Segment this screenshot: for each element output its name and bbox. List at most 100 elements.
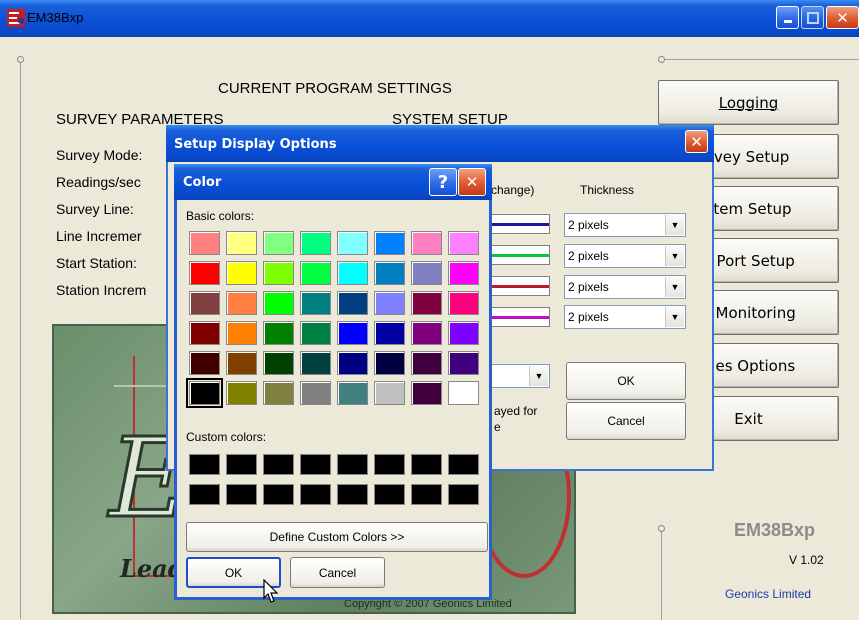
custom-color-swatch[interactable] [374,484,405,505]
basic-color-swatch[interactable] [448,261,479,285]
custom-color-swatch[interactable] [374,454,405,475]
setup-cancel-button[interactable]: Cancel [566,402,686,440]
basic-color-swatch[interactable] [263,261,294,285]
chevron-down-icon[interactable]: ▼ [529,366,548,386]
basic-color-swatch[interactable] [411,231,442,255]
custom-color-swatch[interactable] [226,454,257,475]
custom-color-swatch[interactable] [263,484,294,505]
main-window-titlebar[interactable] [0,0,859,37]
basic-color-swatch[interactable] [189,291,220,315]
custom-color-swatch[interactable] [448,484,479,505]
chevron-down-icon[interactable]: ▼ [665,246,684,266]
frame-line [660,59,859,60]
basic-color-swatch[interactable] [300,261,331,285]
basic-color-swatch[interactable] [448,381,479,405]
basic-color-swatch[interactable] [337,261,368,285]
basic-color-swatch[interactable] [226,351,257,375]
thickness-select[interactable]: 2 pixels ▼ [564,275,686,299]
chevron-down-icon[interactable]: ▼ [665,277,684,297]
basic-color-swatch[interactable] [189,351,220,375]
basic-color-swatch[interactable] [186,378,223,408]
help-icon[interactable]: ? [429,168,457,196]
line-color-sample[interactable] [490,307,550,327]
custom-color-swatch[interactable] [411,454,442,475]
basic-color-swatch[interactable] [374,261,405,285]
color-column-header: change) [491,183,535,197]
minimize-icon[interactable] [776,6,799,29]
basic-color-swatch[interactable] [300,321,331,345]
thickness-select[interactable]: 2 pixels ▼ [564,244,686,268]
basic-color-swatch[interactable] [189,261,220,285]
chevron-down-icon[interactable]: ▼ [665,215,684,235]
basic-color-swatch[interactable] [263,351,294,375]
logging-button[interactable]: Logging [658,80,839,125]
line-color-sample[interactable] [490,276,550,296]
basic-color-swatch[interactable] [226,291,257,315]
chevron-down-icon[interactable]: ▼ [665,307,684,327]
custom-color-swatch[interactable] [263,454,294,475]
basic-color-swatch[interactable] [226,381,257,405]
basic-color-swatch[interactable] [448,321,479,345]
color-dialog-title: Color [183,175,222,190]
basic-color-swatch[interactable] [226,231,257,255]
basic-color-swatch[interactable] [189,231,220,255]
custom-color-swatch[interactable] [411,484,442,505]
param-label: Survey Line: [56,201,134,217]
line-color-sample[interactable] [490,214,550,234]
line-sample-1 [491,254,549,257]
basic-color-swatch[interactable] [411,261,442,285]
custom-color-swatch[interactable] [226,484,257,505]
custom-color-swatch[interactable] [300,484,331,505]
basic-color-swatch[interactable] [337,291,368,315]
basic-color-swatch[interactable] [448,351,479,375]
custom-color-swatch[interactable] [337,454,368,475]
basic-color-swatch[interactable] [263,291,294,315]
basic-color-swatch[interactable] [337,381,368,405]
basic-color-swatch[interactable] [263,321,294,345]
thickness-select[interactable]: 2 pixels ▼ [564,213,686,237]
basic-color-swatch[interactable] [448,231,479,255]
setup-ok-button[interactable]: OK [566,362,686,400]
custom-color-swatch[interactable] [448,454,479,475]
param-label: Survey Mode: [56,147,143,163]
custom-color-swatch[interactable] [189,454,220,475]
basic-color-swatch[interactable] [337,351,368,375]
thickness-select[interactable]: 2 pixels ▼ [564,305,686,329]
partial-select[interactable]: ▼ [484,364,550,388]
basic-color-swatch[interactable] [300,381,331,405]
basic-color-swatch[interactable] [411,381,442,405]
close-icon[interactable]: ✕ [685,130,708,153]
basic-color-swatch[interactable] [374,321,405,345]
basic-color-swatch[interactable] [263,381,294,405]
basic-color-swatch[interactable] [411,291,442,315]
port-setup-label: S Port Setup [702,251,795,270]
close-icon[interactable]: ✕ [458,168,486,196]
custom-color-swatch[interactable] [300,454,331,475]
basic-color-swatch[interactable] [411,351,442,375]
basic-color-swatch[interactable] [374,381,405,405]
basic-color-swatch[interactable] [300,231,331,255]
basic-color-swatch[interactable] [337,321,368,345]
basic-color-swatch[interactable] [300,291,331,315]
basic-color-swatch[interactable] [337,231,368,255]
define-custom-colors-button[interactable]: Define Custom Colors >> [186,522,488,552]
basic-color-swatch[interactable] [226,261,257,285]
setup-dialog-title: Setup Display Options [174,137,337,152]
maximize-icon[interactable] [801,6,824,29]
basic-color-swatch[interactable] [300,351,331,375]
line-color-sample[interactable] [490,245,550,265]
thickness-value: 2 pixels [568,310,609,324]
close-icon[interactable]: ✕ [826,6,859,29]
basic-color-swatch[interactable] [374,291,405,315]
custom-color-swatch[interactable] [337,484,368,505]
basic-color-swatch[interactable] [411,321,442,345]
em38-app-icon [7,9,25,27]
basic-color-swatch[interactable] [374,351,405,375]
basic-color-swatch[interactable] [189,321,220,345]
basic-color-swatch[interactable] [374,231,405,255]
basic-color-swatch[interactable] [448,291,479,315]
basic-color-swatch[interactable] [263,231,294,255]
basic-color-swatch[interactable] [226,321,257,345]
custom-color-swatch[interactable] [189,484,220,505]
color-cancel-button[interactable]: Cancel [290,557,385,588]
